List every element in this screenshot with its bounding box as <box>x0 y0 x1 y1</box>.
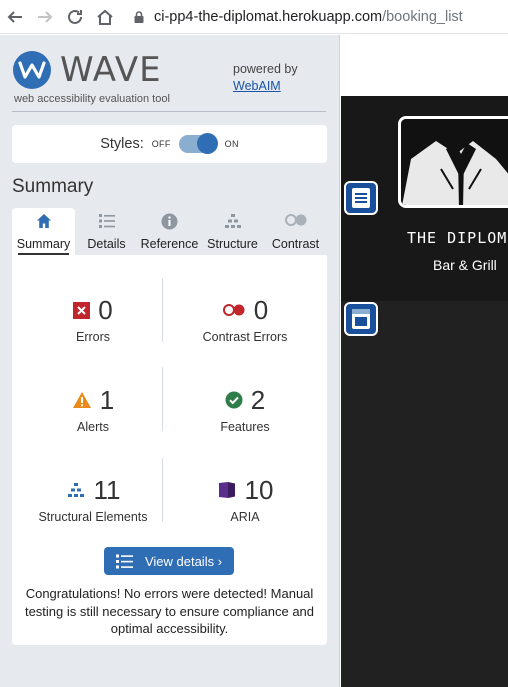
home-button[interactable] <box>90 2 120 32</box>
tab-label: Reference <box>140 237 199 251</box>
contrast-icon <box>284 214 306 226</box>
view-details-label: View details › <box>144 553 223 569</box>
page-subtitle: Bar & Grill <box>433 257 497 273</box>
toggle-knob <box>196 133 218 154</box>
reload-button[interactable] <box>60 2 90 32</box>
summary-panel: Summary Details Reference Structure Cont… <box>12 208 327 645</box>
styles-toggle[interactable] <box>178 133 218 154</box>
feature-check-icon <box>225 391 243 409</box>
congrats-message: Congratulations! No errors were detected… <box>24 586 315 636</box>
wave-sidebar: WAVE web accessibility evaluation tool p… <box>0 35 340 687</box>
page-viewport: THE DIPLOM Bar & Grill <box>341 35 508 687</box>
reload-icon <box>68 9 82 24</box>
styles-label: Styles: <box>100 136 144 152</box>
tab-label: Summary <box>16 237 71 251</box>
lock-icon <box>134 10 144 23</box>
aria-stat[interactable]: 10 ARIA <box>170 474 320 524</box>
tab-label: Structure <box>207 237 258 251</box>
list-icon <box>115 554 133 568</box>
features-count: 2 <box>250 384 266 415</box>
forward-arrow-icon <box>38 10 53 23</box>
contrast-errors-stat[interactable]: 0 Contrast Errors <box>170 294 320 345</box>
back-arrow-icon <box>7 10 22 23</box>
contrast-error-icon <box>222 304 245 316</box>
aria-label: ARIA <box>230 510 260 524</box>
structural-stat[interactable]: 11 Structural Elements <box>18 474 168 525</box>
browser-toolbar: ci-pp4-the-diplomat.herokuapp.com/bookin… <box>0 0 508 34</box>
forward-button[interactable] <box>30 2 60 32</box>
address-bar[interactable]: ci-pp4-the-diplomat.herokuapp.com/bookin… <box>126 3 508 31</box>
home-icon <box>36 214 51 228</box>
wave-logo-text: WAVE <box>60 50 162 90</box>
alerts-label: Alerts <box>77 420 109 434</box>
aria-icon <box>218 482 235 498</box>
error-icon <box>73 301 91 319</box>
wave-tagline: web accessibility evaluation tool <box>14 93 170 105</box>
powered-by-label: powered by <box>233 62 298 76</box>
errors-stat[interactable]: 0 Errors <box>18 294 168 344</box>
home-icon <box>97 9 113 25</box>
wave-tabs: Summary Details Reference Structure Cont… <box>12 208 327 255</box>
styles-toggle-box: Styles: OFF ON <box>12 125 327 163</box>
structure-icon <box>67 483 84 497</box>
structure-icon <box>224 214 241 228</box>
tab-reference[interactable]: Reference <box>138 208 201 255</box>
errors-label: Errors <box>75 330 111 344</box>
styles-on-label: ON <box>224 139 239 149</box>
wave-header: WAVE web accessibility evaluation tool p… <box>0 35 340 111</box>
list-icon <box>98 214 115 228</box>
url-host: ci-pp4-the-diplomat.herokuapp.com <box>154 8 383 25</box>
wave-logo-icon <box>13 51 51 89</box>
header-divider <box>12 111 326 112</box>
contrast-errors-count: 0 <box>253 294 269 325</box>
wave-region-marker-icon[interactable] <box>344 302 378 336</box>
tab-summary[interactable]: Summary <box>12 208 75 255</box>
alerts-count: 1 <box>99 384 115 415</box>
tab-label: Details <box>87 237 126 251</box>
errors-count: 0 <box>98 294 113 325</box>
structural-count: 11 <box>93 474 121 505</box>
features-stat[interactable]: 2 Features <box>170 384 320 435</box>
url-path: /booking_list <box>382 8 463 25</box>
stat-divider <box>162 367 163 431</box>
wave-structure-marker-icon[interactable] <box>344 181 378 215</box>
tab-structure[interactable]: Structure <box>201 208 264 255</box>
webaim-link[interactable]: WebAIM <box>233 79 281 93</box>
view-details-button[interactable]: View details › <box>104 547 234 575</box>
info-icon <box>161 213 178 230</box>
page-title: THE DIPLOM <box>407 229 508 247</box>
section-title: Summary <box>12 176 94 197</box>
alerts-stat[interactable]: 1 Alerts <box>18 384 168 434</box>
diplomat-logo-image <box>398 116 508 208</box>
structural-label: Structural Elements <box>38 510 148 524</box>
alert-icon <box>72 392 91 408</box>
tab-details[interactable]: Details <box>75 208 138 255</box>
aria-count: 10 <box>244 474 274 505</box>
contrast-errors-label: Contrast Errors <box>202 330 288 344</box>
stat-divider <box>162 278 163 342</box>
tab-label: Contrast <box>271 237 320 251</box>
stat-divider <box>162 458 163 522</box>
styles-off-label: OFF <box>151 139 171 149</box>
back-button[interactable] <box>0 2 30 32</box>
features-label: Features <box>220 420 270 434</box>
tab-contrast[interactable]: Contrast <box>264 208 327 255</box>
